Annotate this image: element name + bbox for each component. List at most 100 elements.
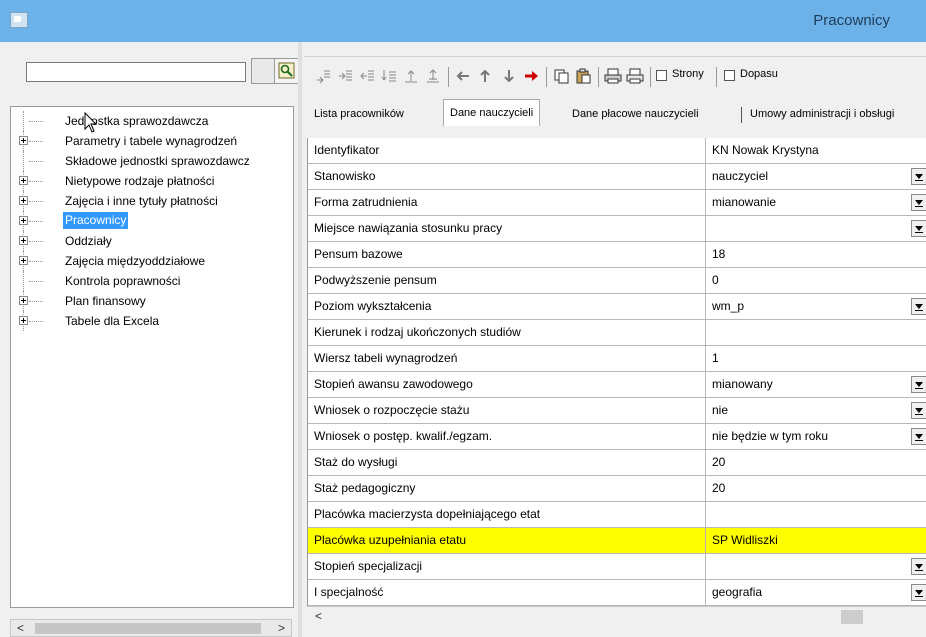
grid-row[interactable]: Wniosek o rozpoczęcie stażu nie	[308, 398, 926, 424]
tab[interactable]: Umowy administracji i obsługi	[744, 103, 900, 125]
expand-icon[interactable]	[19, 316, 28, 325]
tree-horizontal-scrollbar[interactable]: < >	[10, 619, 292, 637]
field-value[interactable]: SP Widliszki	[706, 528, 926, 553]
arrow-down-icon[interactable]	[500, 67, 518, 85]
dropdown-arrow-icon[interactable]	[911, 558, 926, 575]
field-value[interactable]: wm_p	[706, 294, 926, 319]
grid-row[interactable]: Wniosek o postęp. kwalif./egzam. nie będz…	[308, 424, 926, 450]
field-value[interactable]	[706, 320, 926, 345]
scroll-right-icon[interactable]: >	[278, 621, 285, 635]
dropdown-arrow-icon[interactable]	[911, 220, 926, 237]
scrollbar-thumb[interactable]	[35, 623, 261, 634]
scroll-left-icon[interactable]: <	[315, 609, 322, 623]
expand-icon[interactable]	[19, 256, 28, 265]
arrow-left-icon[interactable]	[454, 67, 472, 85]
print-icon[interactable]	[626, 67, 644, 85]
tree-item[interactable]: Zajęcia i inne tytuły płatności	[11, 191, 293, 211]
grid-row[interactable]: Miejsce nawiązania stosunku pracy	[308, 216, 926, 242]
print-preview-icon[interactable]	[604, 67, 622, 85]
grid-row[interactable]: I specjalność geografia	[308, 580, 926, 606]
grid-row[interactable]: Identyfikator KN Nowak Krystyna	[308, 138, 926, 164]
tree-item[interactable]: Oddziały	[11, 231, 293, 251]
tree-item[interactable]: Kontrola poprawności	[11, 271, 293, 291]
grid-row[interactable]: Poziom wykształcenia wm_p	[308, 294, 926, 320]
dropdown-arrow-icon[interactable]	[911, 168, 926, 185]
expand-icon[interactable]	[19, 196, 28, 205]
field-value[interactable]: 0	[706, 268, 926, 293]
grid-row[interactable]: Placówka uzupełniania etatu SP Widliszki	[308, 528, 926, 554]
tree-item[interactable]: Jednostka sprawozdawcza	[11, 111, 293, 131]
dropdown-arrow-icon[interactable]	[911, 402, 926, 419]
tab-separator	[741, 107, 742, 123]
field-value[interactable]: KN Nowak Krystyna	[706, 138, 926, 163]
grid-row[interactable]: Stopień specjalizacji	[308, 554, 926, 580]
scroll-left-icon[interactable]: <	[17, 621, 24, 635]
tab[interactable]: Lista pracowników	[308, 103, 410, 125]
field-value[interactable]: 20	[706, 450, 926, 475]
expand-icon[interactable]	[19, 216, 28, 225]
dopasuj-checkbox[interactable]	[724, 70, 735, 81]
grid-row[interactable]: Wiersz tabeli wynagrodzeń 1	[308, 346, 926, 372]
grid-row[interactable]: Placówka macierzysta dopełniającego etat	[308, 502, 926, 528]
tab[interactable]: Dane płacowe nauczycieli	[566, 103, 705, 125]
toolbar-separator	[598, 67, 599, 87]
mouse-cursor-icon	[84, 112, 98, 133]
grid-horizontal-scrollbar[interactable]: <	[307, 606, 926, 627]
search-input[interactable]	[26, 62, 246, 82]
find-button[interactable]	[274, 58, 300, 84]
delete-row-icon[interactable]	[358, 67, 376, 85]
field-value[interactable]: 18	[706, 242, 926, 267]
expand-icon[interactable]	[19, 176, 28, 185]
field-value[interactable]: geografia	[706, 580, 926, 605]
grid-row[interactable]: Kierunek i rodzaj ukończonych studiów	[308, 320, 926, 346]
sort-icon[interactable]	[402, 67, 420, 85]
field-value[interactable]	[706, 216, 926, 241]
search-options-button[interactable]	[251, 58, 275, 84]
field-value[interactable]: nauczyciel	[706, 164, 926, 189]
field-value[interactable]: 20	[706, 476, 926, 501]
grid-row[interactable]: Forma zatrudnienia mianowanie	[308, 190, 926, 216]
grid-row[interactable]: Staż do wysługi 20	[308, 450, 926, 476]
tree-item[interactable]: Pracownicy	[11, 211, 293, 231]
grid-row[interactable]: Staż pedagogiczny 20	[308, 476, 926, 502]
tree-item[interactable]: Nietypowe rodzaje płatności	[11, 171, 293, 191]
insert-before-icon[interactable]	[336, 67, 354, 85]
sort-up-icon[interactable]	[424, 67, 442, 85]
paste-icon[interactable]	[574, 67, 592, 85]
arrow-right-red-icon[interactable]	[522, 67, 540, 85]
field-value[interactable]: 1	[706, 346, 926, 371]
tree-item[interactable]: Plan finansowy	[11, 291, 293, 311]
field-value[interactable]: mianowany	[706, 372, 926, 397]
dropdown-arrow-icon[interactable]	[911, 428, 926, 445]
strony-checkbox[interactable]	[656, 70, 667, 81]
grid-row[interactable]: Stanowisko nauczyciel	[308, 164, 926, 190]
grid-row[interactable]: Pensum bazowe 18	[308, 242, 926, 268]
tree-item[interactable]: Zajęcia międzyoddziałowe	[11, 251, 293, 271]
grid-row[interactable]: Podwyższenie pensum 0	[308, 268, 926, 294]
grid-row[interactable]: Stopień awansu zawodowego mianowany	[308, 372, 926, 398]
expand-icon[interactable]	[19, 296, 28, 305]
app-icon[interactable]	[10, 12, 28, 28]
scrollbar-thumb[interactable]	[841, 610, 863, 624]
copy-icon[interactable]	[552, 67, 570, 85]
arrow-up-icon[interactable]	[476, 67, 494, 85]
tree-item[interactable]: Tabele dla Excela	[11, 311, 293, 331]
field-value[interactable]: nie	[706, 398, 926, 423]
field-value[interactable]	[706, 554, 926, 579]
tree-item[interactable]: Parametry i tabele wynagrodzeń	[11, 131, 293, 151]
insert-row-icon[interactable]	[314, 67, 332, 85]
field-value[interactable]: mianowanie	[706, 190, 926, 215]
tree-item[interactable]: Składowe jednostki sprawozdawcz	[11, 151, 293, 171]
field-value[interactable]: nie będzie w tym roku	[706, 424, 926, 449]
move-down-icon[interactable]	[380, 67, 398, 85]
dropdown-arrow-icon[interactable]	[911, 584, 926, 601]
field-value[interactable]	[706, 502, 926, 527]
field-label: Poziom wykształcenia	[308, 294, 706, 319]
dropdown-arrow-icon[interactable]	[911, 194, 926, 211]
panel-splitter[interactable]	[298, 42, 302, 637]
dropdown-arrow-icon[interactable]	[911, 298, 926, 315]
expand-icon[interactable]	[19, 136, 28, 145]
dropdown-arrow-icon[interactable]	[911, 376, 926, 393]
tab[interactable]: Dane nauczycieli	[443, 99, 541, 126]
expand-icon[interactable]	[19, 236, 28, 245]
